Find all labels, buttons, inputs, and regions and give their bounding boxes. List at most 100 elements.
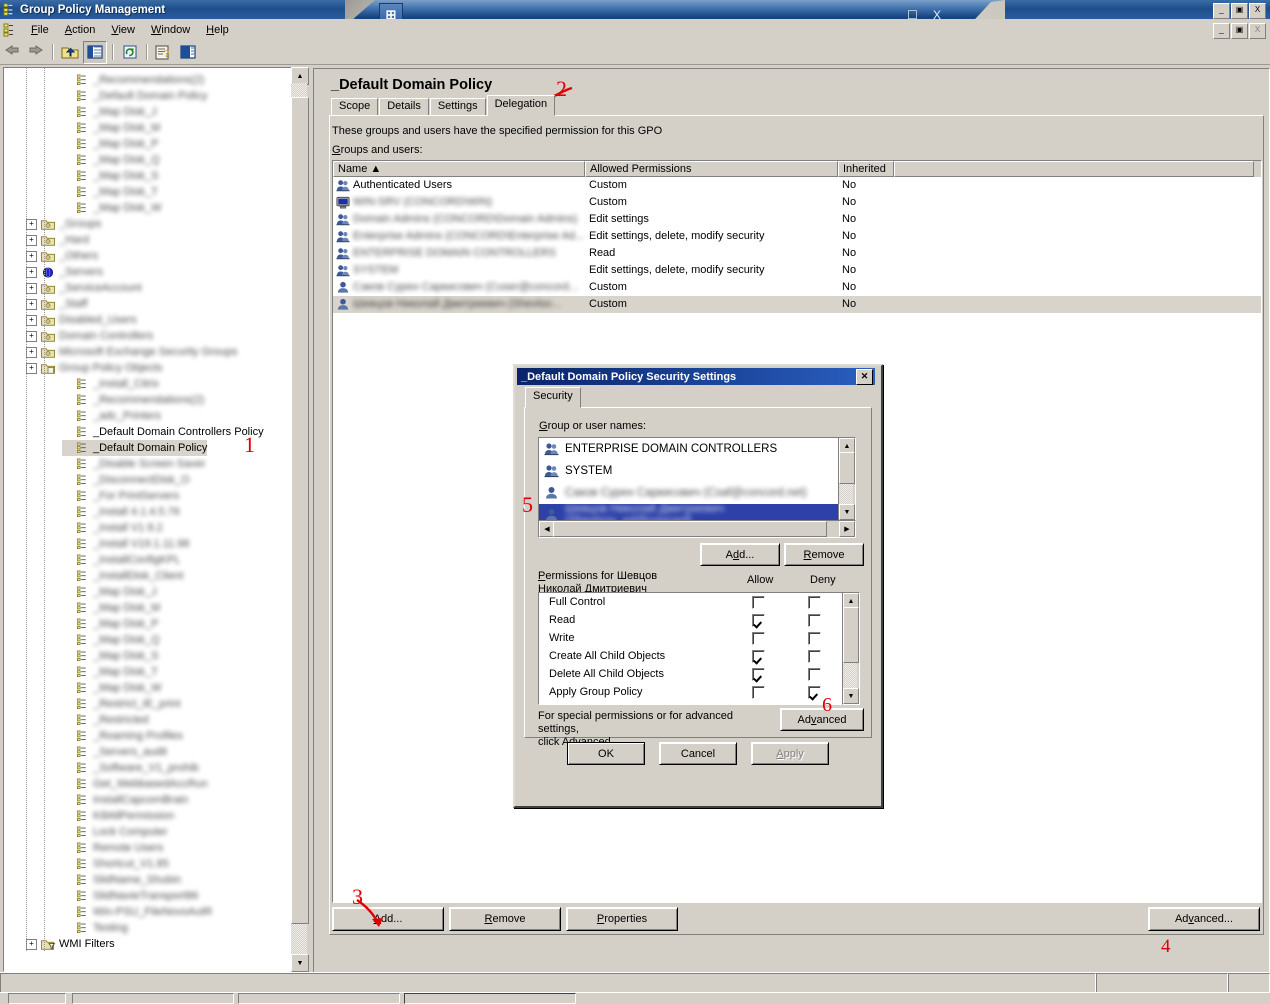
column-header-inherited[interactable]: Inherited [838, 161, 894, 177]
permission-row[interactable]: Create All Child Objects [539, 647, 843, 665]
add-button[interactable]: Add... [332, 907, 444, 931]
tree-item[interactable]: _Map Disk_T [62, 184, 158, 200]
tree-expander-icon[interactable]: + [26, 234, 37, 246]
tree-item[interactable]: _Install V19.1.11.98 [62, 536, 189, 552]
tree-expander-icon[interactable]: + [26, 346, 37, 358]
tree-item[interactable]: SlidNavieTransport86 [62, 888, 198, 904]
tree-item[interactable]: _Roaming Profiles [62, 728, 183, 744]
deny-checkbox[interactable] [808, 613, 822, 627]
tab-security[interactable]: Security [525, 387, 581, 408]
tree-item[interactable]: _Map Disk_Q [62, 152, 160, 168]
permissions-vertical-scrollbar[interactable]: ▲ ▼ [842, 592, 860, 705]
group-list-scroll-thumb[interactable] [839, 452, 855, 484]
list-body[interactable]: Authenticated Users Custom No WIN-SRV (CONC… [333, 177, 1261, 313]
forward-icon[interactable] [25, 42, 47, 63]
allow-checkbox[interactable] [752, 685, 766, 699]
list-item[interactable]: Шевцов Николай Дмитриевич (Shevtsov_nd@c… [539, 503, 839, 520]
menu-item-help[interactable]: Help [198, 22, 237, 38]
tree-item[interactable]: _Restrict_IE_print [62, 696, 180, 712]
menu-item-file[interactable]: File [23, 22, 57, 38]
list-header-row[interactable]: Name ▲ Allowed Permissions Inherited [333, 161, 1261, 177]
dialog-remove-button[interactable]: Remove [784, 543, 864, 566]
tree-item[interactable]: + Group Policy Objects [26, 360, 162, 376]
app-close-button[interactable]: X [1249, 3, 1266, 19]
deny-checkbox[interactable] [808, 631, 822, 645]
deny-checkbox[interactable] [808, 667, 822, 681]
tree-item[interactable]: _InstallDisk_Client [62, 568, 183, 584]
table-row[interactable]: ENTERPRISE DOMAIN CONTROLLERS Read No [333, 245, 1261, 262]
tree-scroll-down-button[interactable]: ▼ [291, 954, 309, 972]
table-row[interactable]: SYSTEM Edit settings, delete, modify secu… [333, 262, 1261, 279]
permission-row[interactable]: Delete All Child Objects [539, 665, 843, 683]
menu-item-window[interactable]: Window [143, 22, 198, 38]
table-row[interactable]: WIN-SRV (CONCORD\WIN) Custom No [333, 194, 1261, 211]
tree-expander-icon[interactable]: + [26, 362, 37, 374]
tree-item[interactable]: _For PrintServers [62, 488, 179, 504]
tab-delegation[interactable]: Delegation [486, 95, 556, 116]
tree-item[interactable]: + WMI Filters [26, 936, 115, 952]
tree-expander-icon[interactable]: + [26, 250, 37, 262]
tree-item[interactable]: + Domain Controllers [26, 328, 153, 344]
tree-item[interactable]: _InstallConfigKPL [62, 552, 180, 568]
group-list-scroll-right-button[interactable]: ▶ [839, 521, 855, 537]
up-one-level-icon[interactable] [59, 42, 81, 63]
tree-item[interactable]: _Map Disk_S [62, 168, 158, 184]
app-restore-button[interactable]: ▣ [1231, 3, 1248, 19]
tab-details[interactable]: Details [379, 98, 429, 116]
tree-item[interactable]: SlidName_Shubin [62, 872, 181, 888]
group-list-hscroll-thumb[interactable] [553, 521, 827, 537]
table-row[interactable]: Domain Admins (CONCORD\Domain Admins) Edi… [333, 211, 1261, 228]
tree-item[interactable]: _Default Domain Policy [62, 440, 208, 456]
back-icon[interactable] [1, 42, 23, 63]
column-header-name[interactable]: Name ▲ [333, 161, 585, 177]
tree-item[interactable]: _adc_Printers [62, 408, 161, 424]
tree-item[interactable]: _Map Disk_J [62, 584, 157, 600]
tree-item[interactable]: _Recommendations(2) [62, 72, 204, 88]
ok-button[interactable]: OK [567, 742, 645, 765]
dialog-tab-strip[interactable]: Security [525, 387, 582, 408]
tree-item[interactable]: + _Others [26, 248, 98, 264]
tree-scroll-thumb[interactable] [291, 97, 309, 924]
tree-item[interactable]: + Disabled_Users [26, 312, 137, 328]
cancel-button[interactable]: Cancel [659, 742, 737, 765]
tab-scope[interactable]: Scope [331, 98, 379, 116]
tree-item[interactable]: Get_WebbasedAccRun [62, 776, 208, 792]
tree-expander-icon[interactable]: + [26, 330, 37, 342]
table-row[interactable]: Шевцов Николай Дмитриевич (Shevtso... Cus… [333, 296, 1261, 313]
tab-settings[interactable]: Settings [429, 98, 486, 116]
permission-row[interactable]: Full Control [539, 593, 843, 611]
tree-item[interactable]: _Map Disk_P [62, 616, 158, 632]
mdi-minimize-button[interactable]: _ [1213, 23, 1230, 39]
show-hide-console-tree-icon[interactable] [83, 40, 107, 64]
allow-checkbox[interactable] [752, 613, 766, 627]
allow-checkbox[interactable] [752, 667, 766, 681]
list-item[interactable]: SYSTEM [539, 460, 839, 482]
tree-item[interactable]: _Install V1 8.2 [62, 520, 163, 536]
properties-icon[interactable] [177, 42, 199, 63]
tree-item[interactable]: InstallCapcomBrain [62, 792, 188, 808]
tree-item[interactable]: + Microsoft Exchange Security Groups [26, 344, 238, 360]
permission-row[interactable]: Write [539, 629, 843, 647]
console-tree[interactable]: _Recommendations(2) _Default Domain Polic… [3, 67, 295, 972]
table-row[interactable]: Authenticated Users Custom No [333, 177, 1261, 194]
tree-item[interactable]: + _Servers [26, 264, 103, 280]
permissions-list[interactable]: Full Control Read Write Create All Child Ob… [538, 592, 844, 705]
help-icon[interactable]: ? [153, 42, 175, 63]
remove-button[interactable]: Remove [449, 907, 561, 931]
tree-item[interactable]: _Map Disk_S [62, 648, 158, 664]
tree-item[interactable]: + _Hard [26, 232, 89, 248]
allow-checkbox[interactable] [752, 631, 766, 645]
refresh-icon[interactable] [119, 42, 141, 63]
tree-item[interactable]: _Map Disk_T [62, 664, 158, 680]
tree-item[interactable]: + _Groups [26, 216, 101, 232]
tree-expander-icon[interactable]: + [26, 938, 37, 950]
tree-item[interactable]: _Map Disk_M [62, 600, 160, 616]
tree-item[interactable]: _Map Disk_P [62, 136, 158, 152]
tree-item[interactable]: + _Staff [26, 296, 88, 312]
properties-button[interactable]: Properties [566, 907, 678, 931]
allow-checkbox[interactable] [752, 649, 766, 663]
tree-vertical-scrollbar[interactable]: ▲ ▼ [291, 67, 309, 972]
tree-item[interactable]: _Install_Citrix [62, 376, 159, 392]
dialog-close-button[interactable]: ✕ [856, 369, 873, 385]
group-user-list[interactable]: ENTERPRISE DOMAIN CONTROLLERS SYSTEM Саков… [538, 437, 840, 521]
